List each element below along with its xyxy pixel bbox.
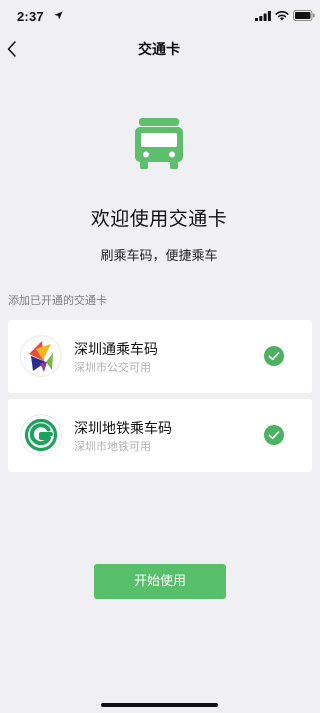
card-item-shenzhen-tong[interactable]: 深圳通乘车码 深圳市公交可用: [8, 320, 312, 393]
bus-icon: [135, 118, 183, 169]
shenzhen-tong-logo-icon: [20, 335, 62, 377]
location-arrow-icon: [54, 11, 63, 20]
signal-icon: [255, 11, 271, 21]
hero-subtitle: 刷乘车码，便捷乘车: [100, 249, 218, 264]
status-bar: 2:37: [0, 0, 318, 34]
shenzhen-metro-logo-icon: [20, 414, 62, 456]
home-indicator[interactable]: [101, 703, 218, 707]
page-title: 交通卡: [138, 42, 180, 58]
card-item-shenzhen-metro[interactable]: 深圳地铁乘车码 深圳市地铁可用: [8, 399, 312, 472]
battery-icon: [293, 10, 315, 21]
check-circle-icon: [264, 346, 284, 366]
transit-card-screen: 2:37 交通卡 欢迎使用交通卡 刷乘车码，便捷乘车 添加已开通的交通卡 深圳通…: [0, 0, 318, 713]
hero-title: 欢迎使用交通卡: [90, 208, 228, 230]
card-desc: 深圳市地铁可用: [74, 440, 151, 453]
status-time: 2:37: [17, 9, 44, 24]
check-circle-icon: [264, 425, 284, 445]
start-using-button[interactable]: 开始使用: [94, 564, 226, 599]
wifi-icon: [275, 11, 289, 21]
card-name: 深圳通乘车码: [74, 342, 158, 358]
card-desc: 深圳市公交可用: [74, 361, 151, 374]
nav-bar: 交通卡: [0, 34, 318, 64]
card-name: 深圳地铁乘车码: [74, 421, 172, 437]
section-label: 添加已开通的交通卡: [8, 294, 107, 307]
